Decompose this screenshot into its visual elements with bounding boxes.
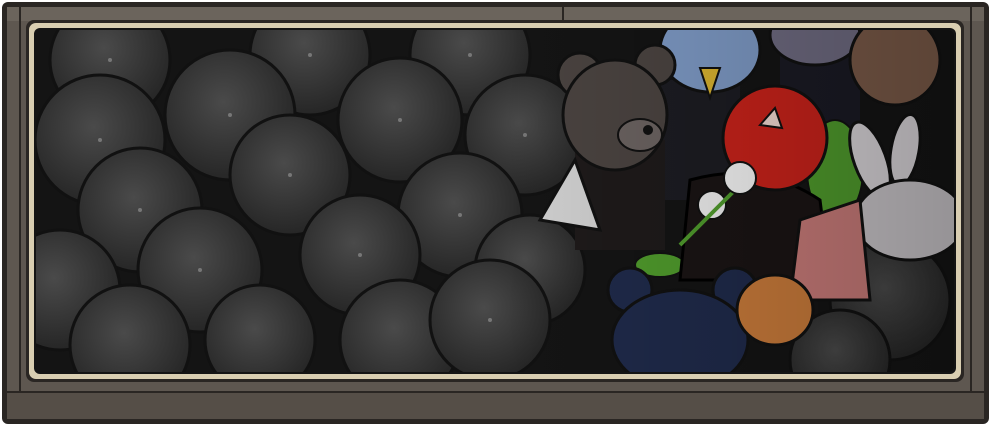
cutscene-panel [2,2,989,424]
